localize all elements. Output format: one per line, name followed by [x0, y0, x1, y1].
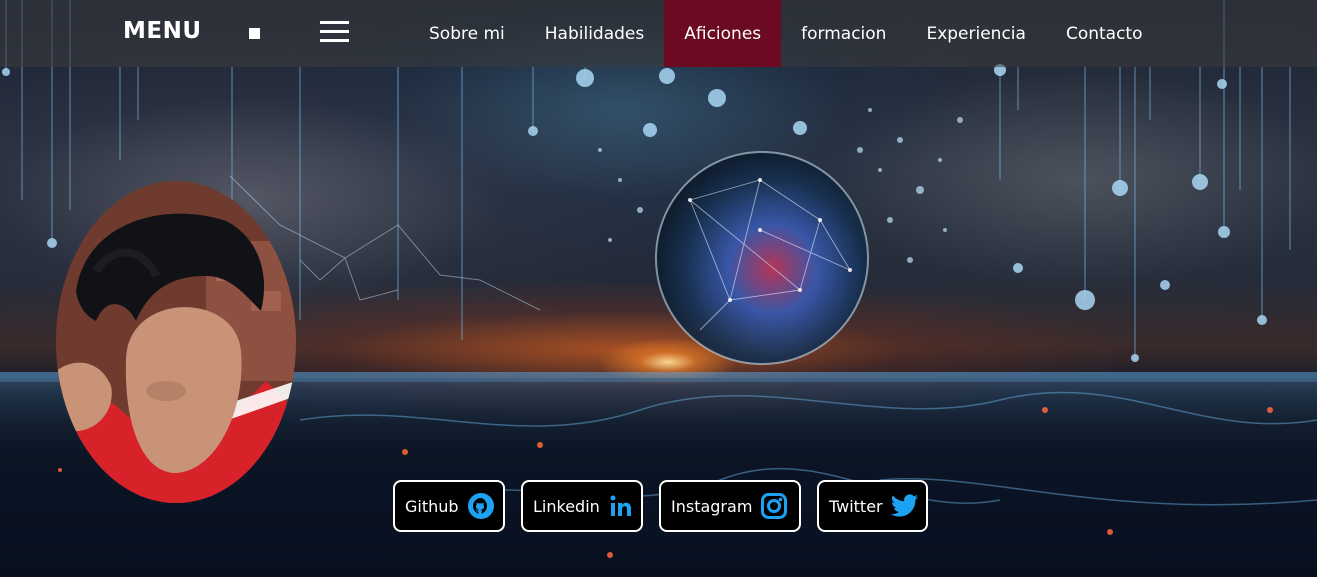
nav-link-sobre-mi[interactable]: Sobre mi: [409, 0, 525, 67]
instagram-button[interactable]: Instagram: [659, 480, 801, 532]
hamburger-bar: [320, 21, 349, 24]
github-label: Github: [405, 496, 459, 516]
twitter-label: Twitter: [829, 496, 883, 516]
square-icon: [249, 28, 260, 39]
github-button[interactable]: Github: [393, 480, 505, 532]
top-navbar: MENU Sobre mi Habilidades Aficiones form…: [0, 0, 1317, 67]
instagram-label: Instagram: [671, 496, 753, 516]
nav-link-habilidades[interactable]: Habilidades: [525, 0, 664, 67]
nav-link-aficiones[interactable]: Aficiones: [664, 0, 782, 67]
nav-link-experiencia[interactable]: Experiencia: [906, 0, 1046, 67]
linkedin-button[interactable]: Linkedin: [521, 480, 643, 532]
profile-photo: [56, 181, 296, 503]
hamburger-bar: [320, 30, 349, 33]
glass-orb: [655, 151, 869, 365]
hero-section: MENU Sobre mi Habilidades Aficiones form…: [0, 0, 1317, 577]
menu-brand[interactable]: MENU: [123, 18, 202, 44]
instagram-icon: [760, 492, 788, 520]
nav-links: Sobre mi Habilidades Aficiones formacion…: [409, 0, 1163, 67]
github-icon: [467, 492, 495, 520]
twitter-icon: [890, 493, 919, 519]
hamburger-bar: [320, 39, 349, 42]
hamburger-menu-icon[interactable]: [320, 21, 349, 43]
profile-avatar: [56, 181, 296, 503]
twitter-button[interactable]: Twitter: [817, 480, 928, 532]
nav-link-formacion[interactable]: formacion: [781, 0, 906, 67]
linkedin-label: Linkedin: [533, 496, 600, 516]
nav-link-contacto[interactable]: Contacto: [1046, 0, 1163, 67]
linkedin-icon: [608, 492, 636, 520]
